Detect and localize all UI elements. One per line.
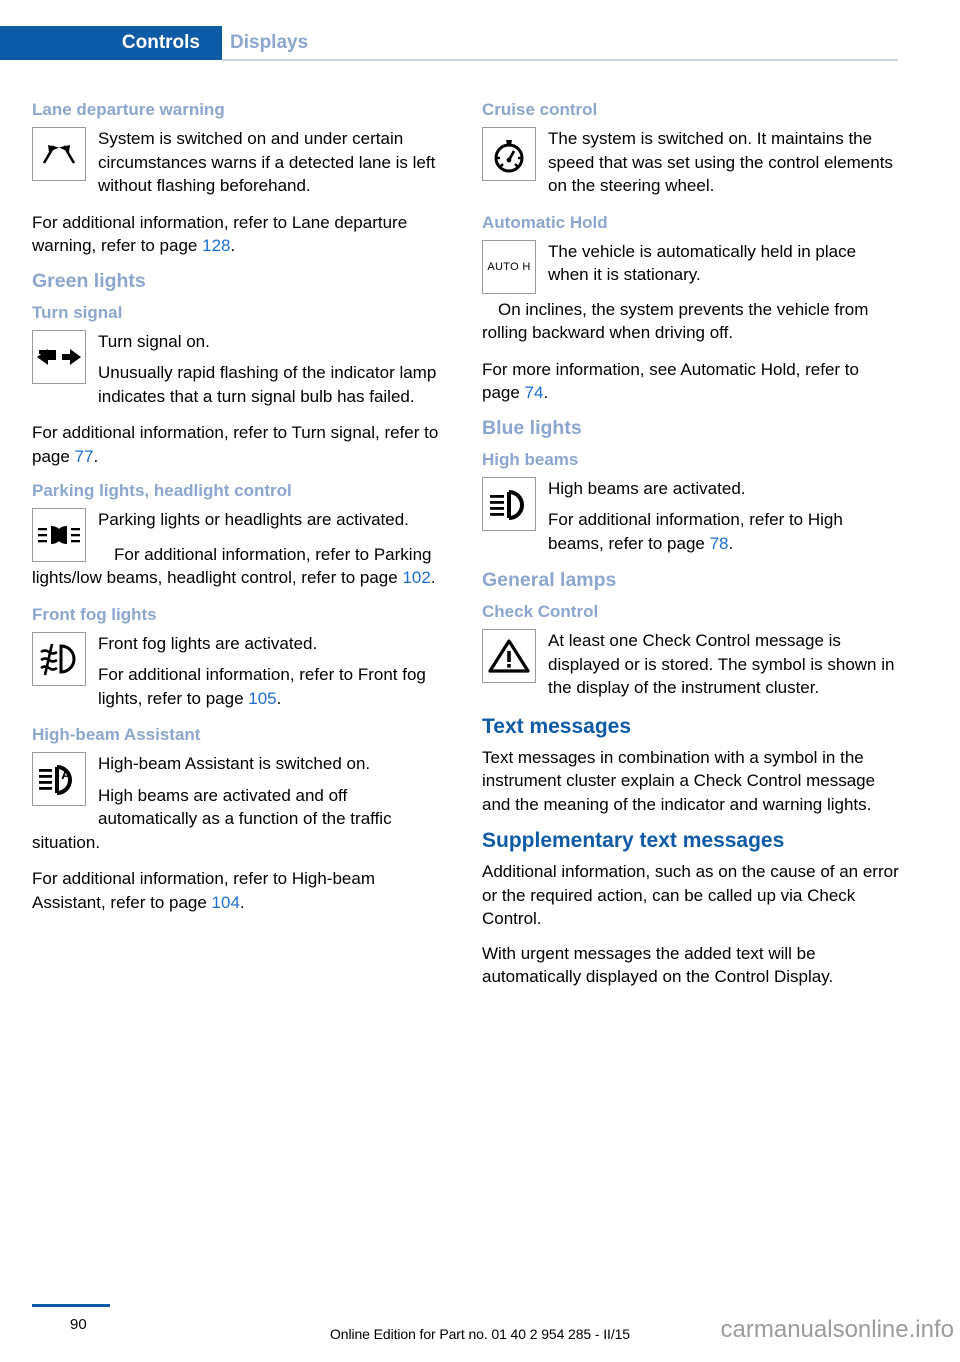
high-beam-assistant-reference-pre: For additional information, refer to Hig… xyxy=(32,869,375,912)
high-beam-assistant-reference: For additional information, refer to Hig… xyxy=(32,867,450,914)
block-lane-departure-warning: System is switched on and under certain … xyxy=(32,127,450,209)
block-automatic-hold: AUTO H The vehicle is automatically held… xyxy=(482,239,900,356)
page-link-128[interactable]: 128 xyxy=(202,236,230,255)
automatic-hold-text-1: The vehicle is automatically held in pla… xyxy=(548,241,857,285)
automatic-hold-reference: For more information, see Automatic Hold… xyxy=(482,358,900,405)
supplementary-text-messages-body-1: Additional information, such as on the c… xyxy=(482,862,899,928)
automatic-hold-text-2: On inclines, the system prevents the veh… xyxy=(482,299,869,343)
automatic-hold-icon: AUTO H xyxy=(482,239,536,294)
high-beam-assistant-reference-post: . xyxy=(239,892,245,912)
high-beam-assistant-text-1: High-beam Assistant is switched on. xyxy=(98,754,371,773)
left-column: Lane departure warning System is switche… xyxy=(32,98,450,925)
lane-departure-warning-text: System is switched on and under certain … xyxy=(98,129,436,195)
cruise-control-text: The system is switched on. It maintains … xyxy=(548,129,893,195)
heading-turn-signal: Turn signal xyxy=(32,302,123,322)
turn-signal-text-1: Turn signal on. xyxy=(98,331,210,351)
front-fog-lights-text: Front fog lights are activated. xyxy=(98,633,318,653)
heading-high-beam-assistant: High-beam Assistant xyxy=(32,725,201,744)
parking-lights-reference-pre: For additional information, refer to Par… xyxy=(32,544,432,588)
block-parking-lights: Parking lights or headlights are activat… xyxy=(32,508,450,601)
turn-signal-text-2: Unusually rapid flashing of the indicato… xyxy=(98,363,437,406)
lane-departure-warning-icon xyxy=(32,127,86,181)
heading-front-fog-lights: Front fog lights xyxy=(32,604,157,624)
block-turn-signal: Turn signal on. Unusually rapid flashing… xyxy=(32,329,450,420)
right-column: Cruise control The system is switched on… xyxy=(482,98,900,1000)
page-link-105[interactable]: 105 xyxy=(248,689,276,708)
automatic-hold-icon-label: AUTO H xyxy=(487,260,531,273)
heading-green-lights: Green lights xyxy=(32,269,146,292)
warning-triangle-icon xyxy=(482,629,536,683)
lane-departure-reference-post: . xyxy=(230,236,236,255)
check-control-text: At least one Check Control message is di… xyxy=(548,631,895,697)
svg-text:A: A xyxy=(61,767,71,782)
footer-rule xyxy=(32,1304,110,1307)
high-beams-icon xyxy=(482,476,536,531)
turn-signal-reference: For additional information, refer to Tur… xyxy=(32,421,450,468)
heading-automatic-hold: Automatic Hold xyxy=(482,212,608,232)
cruise-control-icon xyxy=(482,127,536,181)
heading-lane-departure-warning: Lane departure warning xyxy=(32,100,225,119)
tab-controls[interactable]: Controls xyxy=(0,26,222,60)
high-beam-assistant-text-2: High beams are activated and off automat… xyxy=(32,785,392,852)
text-messages-body: Text messages in combination with a symb… xyxy=(482,747,876,814)
supplementary-text-messages-body-2: With urgent messages the added text will… xyxy=(482,943,834,987)
high-beam-assistant-icon: A xyxy=(32,752,86,806)
heading-text-messages: Text messages xyxy=(482,714,632,738)
page-link-102[interactable]: 102 xyxy=(402,568,430,587)
page-link-74[interactable]: 74 xyxy=(525,383,544,402)
high-beams-text: High beams are activated. xyxy=(548,478,746,498)
heading-parking-lights: Parking lights, headlight control xyxy=(32,481,292,500)
block-check-control: At least one Check Control message is di… xyxy=(482,629,900,711)
tab-displays[interactable]: Displays xyxy=(230,26,308,60)
heading-blue-lights: Blue lights xyxy=(482,416,582,439)
block-cruise-control: The system is switched on. It maintains … xyxy=(482,127,900,209)
watermark: carmanualsonline.info xyxy=(720,1316,954,1343)
parking-lights-reference: For additional information, refer to Par… xyxy=(32,543,450,590)
heading-supplementary-text-messages: Supplementary text messages xyxy=(482,829,785,852)
page-link-104[interactable]: 104 xyxy=(212,893,240,912)
parking-lights-reference-post: . xyxy=(430,568,436,587)
automatic-hold-reference-post: . xyxy=(543,383,549,402)
high-beams-reference-pre: For additional information, refer to Hig… xyxy=(548,510,843,553)
header-rule xyxy=(222,59,898,61)
turn-signal-reference-post: . xyxy=(93,446,99,466)
front-fog-lights-reference-post: . xyxy=(276,688,282,708)
high-beams-reference: For additional information, refer to Hig… xyxy=(482,508,900,555)
block-front-fog-lights: Front fog lights are activated. For addi… xyxy=(32,631,450,722)
heading-cruise-control: Cruise control xyxy=(482,100,598,119)
tab-bar: Controls Displays xyxy=(0,26,960,60)
turn-signal-icon xyxy=(32,329,86,384)
front-fog-lights-reference: For additional information, refer to Fro… xyxy=(32,663,450,710)
block-high-beam-assistant: A High-beam Assistant is switched on. Hi… xyxy=(32,752,450,865)
heading-general-lamps: General lamps xyxy=(482,569,617,591)
front-fog-lights-icon xyxy=(32,631,86,686)
block-high-beams: High beams are activated. For additional… xyxy=(482,476,900,567)
lane-departure-reference: For additional information, refer to Lan… xyxy=(32,211,450,258)
parking-lights-text: Parking lights or headlights are activat… xyxy=(98,510,409,529)
high-beams-reference-post: . xyxy=(728,533,734,553)
heading-check-control: Check Control xyxy=(482,602,599,621)
heading-high-beams: High beams xyxy=(482,449,579,469)
parking-lights-icon xyxy=(32,508,86,562)
page-link-77[interactable]: 77 xyxy=(75,447,94,466)
page-link-78[interactable]: 78 xyxy=(710,534,729,553)
